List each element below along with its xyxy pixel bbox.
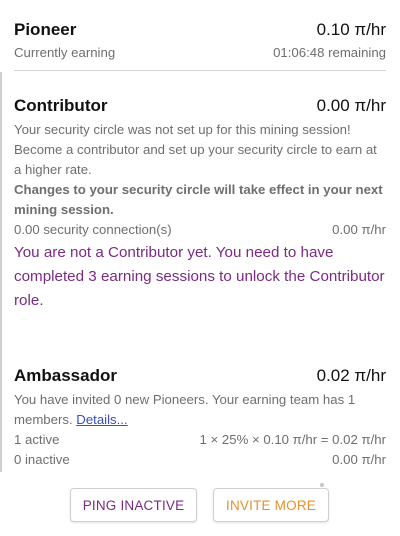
contributor-rate: 0.00 π/hr	[316, 96, 386, 115]
pioneer-section: Pioneer 0.10 π/hr Currently earning 01:0…	[14, 20, 386, 63]
ambassador-description-text: You have invited 0 new Pioneers. Your ea…	[14, 392, 356, 427]
inactive-rate: 0.00 π/hr	[332, 452, 386, 467]
details-link[interactable]: Details...	[76, 412, 127, 427]
ping-inactive-button[interactable]: PING INACTIVE	[70, 488, 197, 522]
pioneer-divider	[14, 70, 386, 71]
active-label: 1 active	[14, 432, 60, 447]
ambassador-rate: 0.02 π/hr	[316, 366, 386, 385]
ambassador-section: Ambassador 0.02 π/hr You have invited 0 …	[14, 366, 386, 470]
active-formula: 1 × 25% × 0.10 π/hr = 0.02 π/hr	[199, 432, 386, 447]
scroll-edge	[0, 72, 2, 472]
contributor-title: Contributor	[14, 96, 108, 115]
dust-dot	[320, 483, 324, 487]
ambassador-title: Ambassador	[14, 366, 117, 385]
contributor-section: Contributor 0.00 π/hr Your security circ…	[14, 96, 386, 313]
inactive-label: 0 inactive	[14, 452, 70, 467]
contributor-description: Your security circle was not set up for …	[14, 122, 377, 177]
pioneer-title: Pioneer	[14, 20, 77, 39]
invite-more-button[interactable]: INVITE MORE	[213, 488, 329, 522]
pioneer-rate: 0.10 π/hr	[316, 20, 386, 39]
contributor-note: Changes to your security circle will tak…	[14, 182, 383, 217]
contributor-locked-message: You are not a Contributor yet. You need …	[14, 244, 385, 309]
security-connections-label: 0.00 security connection(s)	[14, 222, 172, 237]
ambassador-description: You have invited 0 new Pioneers. Your ea…	[14, 390, 386, 430]
security-connections-rate: 0.00 π/hr	[332, 222, 386, 237]
pioneer-status: Currently earning	[14, 45, 116, 60]
pioneer-remaining: 01:06:48 remaining	[273, 45, 386, 60]
